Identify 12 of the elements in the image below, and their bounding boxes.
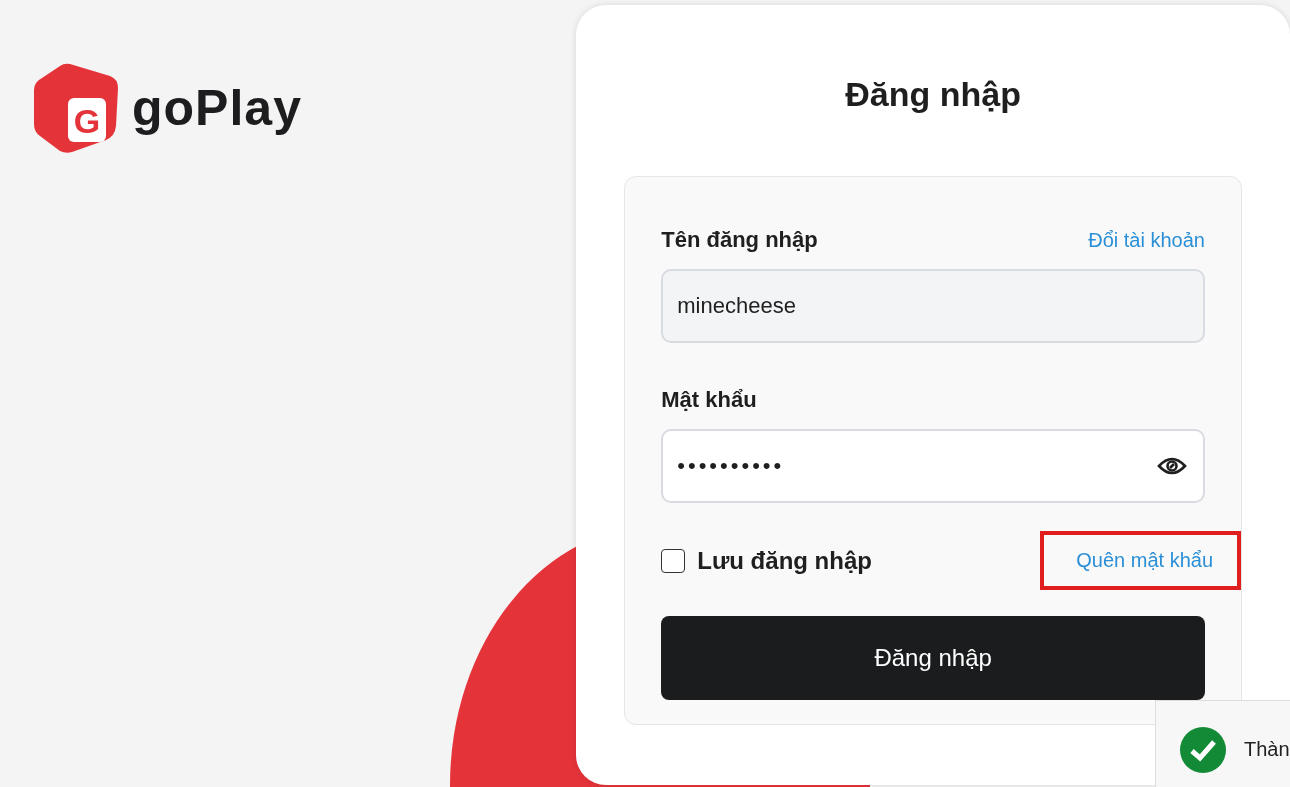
toast-text: Thàn <box>1244 737 1290 762</box>
remember-checkbox[interactable] <box>661 548 686 573</box>
login-button[interactable]: Đăng nhập <box>661 616 1205 700</box>
brand-name: goPlay <box>132 79 302 137</box>
username-label: Tên đăng nhập <box>661 227 818 253</box>
remember-label: Lưu đăng nhập <box>697 546 872 575</box>
username-field[interactable]: minecheese <box>661 269 1205 343</box>
check-circle-icon <box>1180 727 1226 773</box>
eye-icon[interactable] <box>1157 455 1187 477</box>
password-label: Mật khẩu <box>661 387 757 413</box>
login-title: Đăng nhập <box>844 75 1022 114</box>
password-field[interactable]: •••••••••• <box>661 429 1205 503</box>
